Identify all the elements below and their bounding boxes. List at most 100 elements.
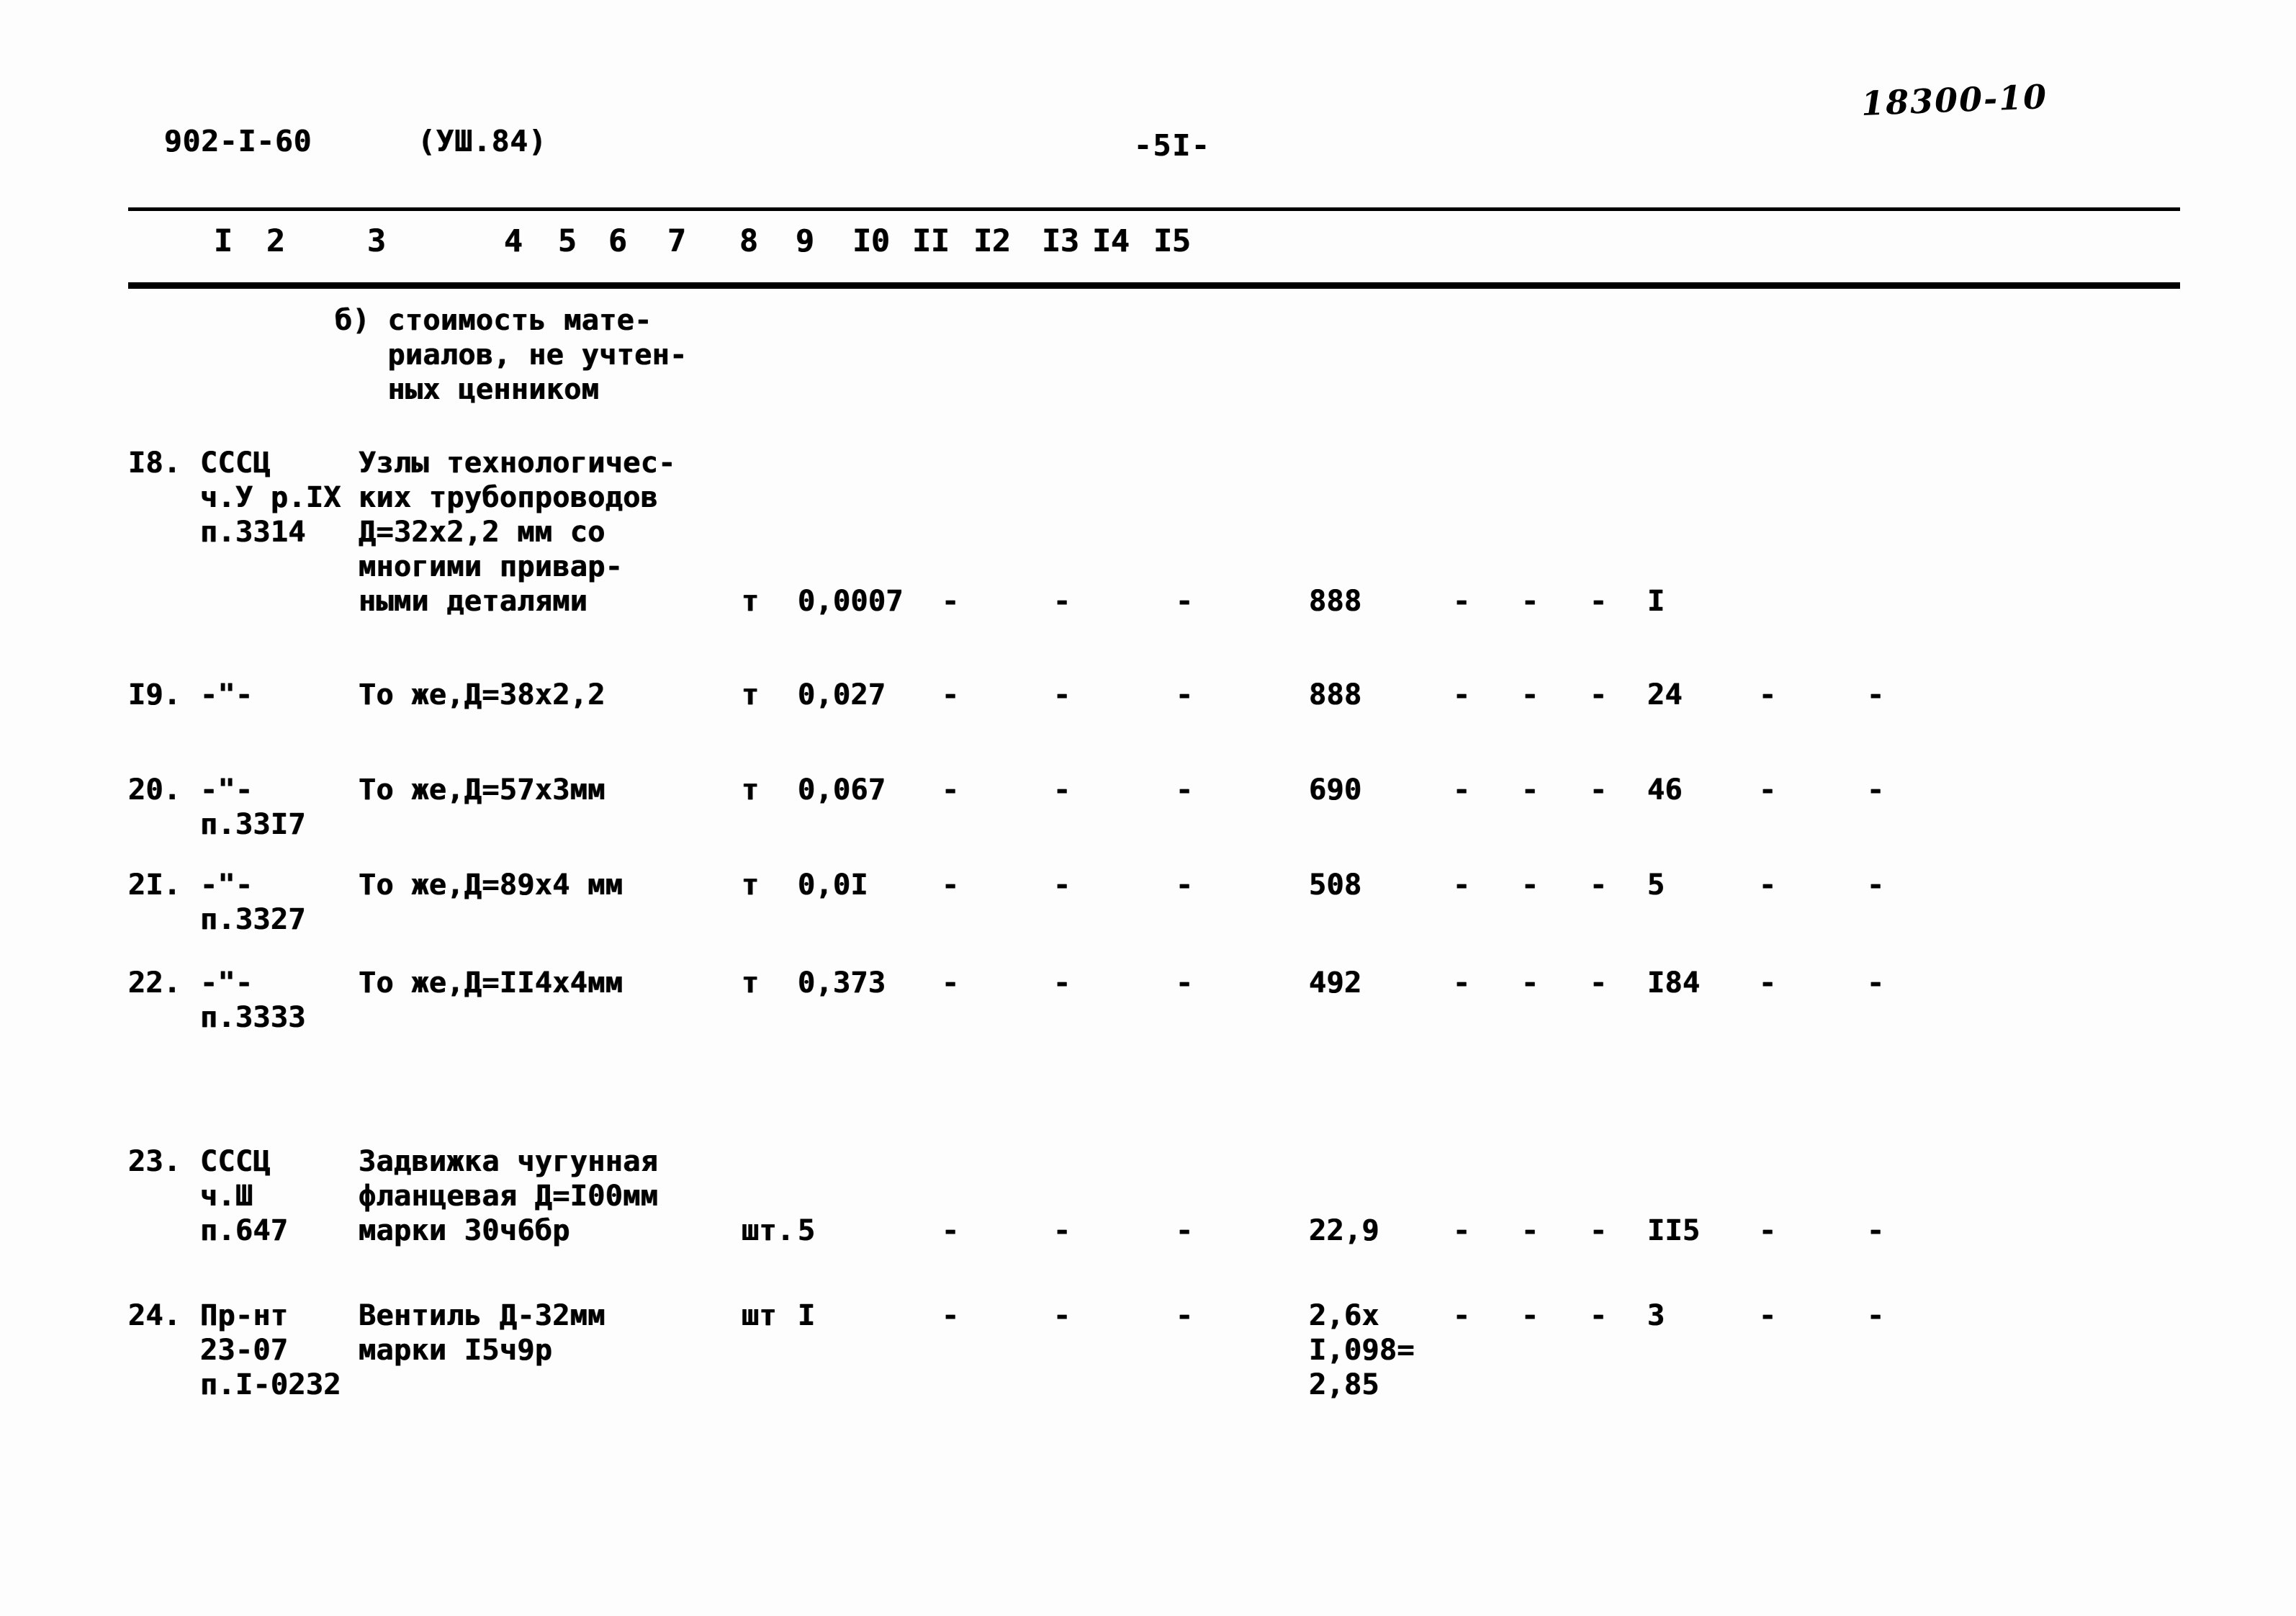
column-number-3: 3 <box>367 223 386 259</box>
row-index: I9. <box>128 678 181 712</box>
row-quantity: 0,0007 <box>798 585 904 618</box>
row-col13-total: 5 <box>1647 868 1665 902</box>
row-quantity: 0,373 <box>798 966 886 1000</box>
row-col7: - <box>1053 966 1071 1000</box>
row-col14: - <box>1759 773 1777 807</box>
row-col12: - <box>1590 1214 1608 1247</box>
row-col12: - <box>1590 678 1608 712</box>
row-col11: - <box>1521 966 1539 1000</box>
row-col12: - <box>1590 966 1608 1000</box>
row-col11: - <box>1521 773 1539 807</box>
row-col6: - <box>942 966 960 1000</box>
row-unit: т <box>742 773 760 807</box>
row-quantity: 5 <box>798 1214 816 1247</box>
row-col8: - <box>1176 966 1194 1000</box>
row-description: То же,Д=38х2,2 <box>359 678 605 712</box>
row-col7: - <box>1053 868 1071 902</box>
handwritten-note: 18300-10 <box>1860 77 2049 123</box>
row-col11: - <box>1521 868 1539 902</box>
document-code: 902-I-60 <box>164 124 312 158</box>
row-col11: - <box>1521 585 1539 618</box>
row-reference: -"- п.3327 <box>200 868 306 936</box>
table-rule-top <box>128 207 2180 211</box>
page-number: -5I- <box>1134 128 1211 163</box>
row-col10: - <box>1453 966 1471 1000</box>
row-description: Вентиль Д-32мм марки I5ч9р <box>359 1299 605 1367</box>
row-quantity: 0,067 <box>798 773 886 807</box>
row-index: 22. <box>128 966 181 1000</box>
row-col8: - <box>1176 1214 1194 1247</box>
row-col13-total: I <box>1647 585 1665 618</box>
row-col12: - <box>1590 868 1608 902</box>
row-col11: - <box>1521 1214 1539 1247</box>
row-col10: - <box>1453 1214 1471 1247</box>
row-col15: - <box>1867 966 1885 1000</box>
row-index: 2I. <box>128 868 181 902</box>
row-col15: - <box>1867 678 1885 712</box>
row-reference: СССЦ ч.У р.IX п.3314 <box>200 446 341 549</box>
row-col8: - <box>1176 1299 1194 1332</box>
row-unit: т <box>742 585 760 618</box>
row-col15: - <box>1867 1214 1885 1247</box>
row-unit: т <box>742 678 760 712</box>
row-col8: - <box>1176 585 1194 618</box>
row-unit: т <box>742 966 760 1000</box>
row-col10: - <box>1453 678 1471 712</box>
row-col13-total: 46 <box>1647 773 1683 807</box>
row-reference: СССЦ ч.Ш п.647 <box>200 1145 289 1247</box>
row-quantity: 0,027 <box>798 678 886 712</box>
row-col7: - <box>1053 1214 1071 1247</box>
row-index: 23. <box>128 1145 181 1178</box>
row-col8: - <box>1176 868 1194 902</box>
table-column-number-row: I 2 3 4 5 6 7 8 9 I0 II I2 I3 I4 I5 <box>128 223 2180 275</box>
scanned-document-page: 902-I-60 (УШ.84) -5I- 18300-10 I23456789… <box>0 0 2296 1616</box>
row-col15: - <box>1867 1299 1885 1332</box>
table-body: б) стоимость мате- риалов, не учтен- ных… <box>128 289 2180 1571</box>
row-unit: шт <box>742 1299 777 1332</box>
row-col10: - <box>1453 585 1471 618</box>
row-index: 24. <box>128 1299 181 1332</box>
document-variant: (УШ.84) <box>418 124 547 158</box>
row-index: I8. <box>128 446 181 480</box>
row-reference: -"- <box>200 678 253 712</box>
row-col14: - <box>1759 1299 1777 1332</box>
row-col12: - <box>1590 1299 1608 1332</box>
row-col10: - <box>1453 868 1471 902</box>
table-rule-bottom <box>128 282 2180 289</box>
row-col6: - <box>942 1214 960 1247</box>
row-col6: - <box>942 585 960 618</box>
row-col8: - <box>1176 678 1194 712</box>
row-reference: -"- п.33I7 <box>200 773 306 841</box>
row-col14: - <box>1759 678 1777 712</box>
row-col13-total: II5 <box>1647 1214 1701 1247</box>
row-description: Задвижка чугунная фланцевая Д=I00мм марк… <box>359 1145 659 1247</box>
row-description: Узлы технологичес- ких трубопроводов Д=3… <box>359 446 676 618</box>
row-col9-price: 690 <box>1309 773 1362 807</box>
row-description: То же,Д=89х4 мм <box>359 868 623 902</box>
row-col9-price: 888 <box>1309 678 1362 712</box>
section-note: б) стоимость мате- риалов, не учтен- ных… <box>335 304 688 406</box>
row-col9-price: 22,9 <box>1309 1214 1379 1247</box>
row-col7: - <box>1053 773 1071 807</box>
row-col12: - <box>1590 585 1608 618</box>
row-col9-price: 2,6х I,098= 2,85 <box>1309 1299 1415 1401</box>
row-col13-total: 24 <box>1647 678 1683 712</box>
row-col6: - <box>942 773 960 807</box>
row-index: 20. <box>128 773 181 807</box>
row-col15: - <box>1867 868 1885 902</box>
row-unit: шт. <box>742 1214 795 1247</box>
row-col13-total: 3 <box>1647 1299 1665 1332</box>
row-col6: - <box>942 678 960 712</box>
row-col9-price: 888 <box>1309 585 1362 618</box>
row-col10: - <box>1453 1299 1471 1332</box>
column-number-15: I5 <box>1153 223 1191 259</box>
row-col7: - <box>1053 678 1071 712</box>
row-col11: - <box>1521 678 1539 712</box>
row-reference: -"- п.3333 <box>200 966 306 1034</box>
row-col9-price: 508 <box>1309 868 1362 902</box>
row-unit: т <box>742 868 760 902</box>
row-quantity: I <box>798 1299 816 1332</box>
row-col14: - <box>1759 868 1777 902</box>
row-col14: - <box>1759 1214 1777 1247</box>
row-col14: - <box>1759 966 1777 1000</box>
